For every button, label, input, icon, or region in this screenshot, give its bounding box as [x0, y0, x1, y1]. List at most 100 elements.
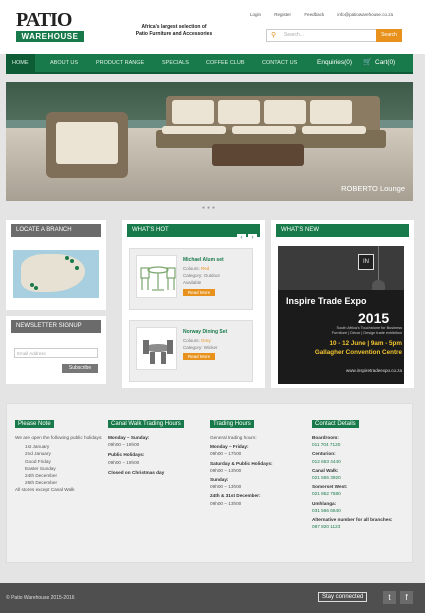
phone-link[interactable]: 011 704 7120	[312, 441, 408, 448]
expo-badge: IN	[358, 254, 374, 270]
branch-map[interactable]	[13, 250, 99, 298]
please-note-intro: We are open the following public holiday…	[15, 435, 103, 440]
hero-slider[interactable]: ROBERTO Lounge	[6, 82, 413, 201]
map-pin[interactable]	[65, 256, 69, 260]
phone-link[interactable]: 087 820 1123	[312, 523, 408, 530]
hours-label: Sunday:	[210, 477, 229, 483]
product-extra: Available	[183, 280, 202, 285]
hero-coffee-table	[212, 144, 304, 166]
whats-new-title: WHAT'S NEW	[276, 224, 409, 237]
facebook-icon[interactable]: f	[400, 591, 413, 604]
product-name[interactable]: Michael Alum set	[183, 257, 224, 263]
expo-banner[interactable]: IN Inspire Trade Expo 2015 South Africa'…	[278, 246, 404, 384]
please-note-column: Please Note We are open the following pu…	[15, 412, 105, 494]
product-image[interactable]	[136, 255, 177, 298]
product-category: Category: Outdoor	[183, 273, 220, 278]
nav-contact[interactable]: CONTACT US	[262, 54, 297, 72]
contact-title: Contact Details	[312, 420, 359, 428]
stay-connected-label: Stay connected	[318, 592, 368, 602]
newsletter-email-input[interactable]: Email Address	[14, 348, 98, 358]
trading-hours: General trading hours: Monday – Friday: …	[210, 434, 306, 507]
canal-walk-hours: Monday – Sunday: 09h00 – 19h00 Public Ho…	[108, 434, 204, 476]
category-label: Category:	[183, 345, 203, 350]
colours-value: Grey	[201, 338, 211, 343]
hero-cushion	[264, 100, 306, 124]
search-icon: ⚲	[271, 32, 277, 39]
trading-intro: General trading hours:	[210, 435, 257, 440]
category-value: Wicker	[203, 345, 218, 350]
map-pin[interactable]	[75, 266, 79, 270]
newsletter-box: NEWSLETTER SIGNUP Email Address Subscrib…	[6, 316, 106, 384]
phone-link[interactable]: 021 852 7580	[312, 490, 408, 497]
email-link[interactable]: info@patiowarehouse.co.za	[337, 12, 393, 17]
product-image[interactable]	[136, 327, 177, 370]
nav-enquiries[interactable]: Enquiries(0)	[317, 54, 352, 72]
hot-arrows: ‹ ›	[235, 226, 257, 244]
nav-home[interactable]: HOME	[6, 54, 35, 72]
hours-label: Monday – Sunday:	[108, 435, 150, 440]
slider-dots[interactable]: ●●●	[202, 205, 217, 211]
next-arrow-icon[interactable]: ›	[248, 234, 257, 243]
twitter-icon[interactable]: t	[383, 591, 396, 604]
product-colours: Colours: Grey	[183, 338, 211, 343]
logo[interactable]: PATIO WAREHOUSE	[16, 10, 84, 43]
map-pin[interactable]	[34, 286, 38, 290]
hero-cushion	[218, 100, 260, 124]
subscribe-button[interactable]: Subscribe	[62, 364, 98, 373]
product-category: Category: Wicker	[183, 345, 218, 350]
colours-value: Red	[201, 266, 210, 271]
contact-label: Centurion:	[312, 451, 336, 457]
product-card[interactable]: Norway Dining Set Colours: Grey Category…	[129, 320, 253, 382]
phone-link[interactable]: 031 566 6640	[312, 507, 408, 514]
holiday-item: 1st January	[25, 444, 50, 450]
prev-arrow-icon[interactable]: ‹	[237, 234, 246, 243]
hours-label: 24th & 31st December:	[210, 493, 261, 499]
nav-about[interactable]: ABOUT US	[50, 54, 78, 72]
product-colours: Colours: Red	[183, 266, 209, 271]
hours-value: 09h00 – 17h00	[210, 451, 242, 457]
dining-set-icon	[143, 340, 173, 364]
contact-label: Somerset West:	[312, 484, 348, 490]
expo-url: www.inspiretradeexpo.co.za	[345, 368, 402, 373]
map-pin[interactable]	[70, 259, 74, 263]
search-button[interactable]: Search	[376, 29, 402, 42]
login-link[interactable]: Login	[250, 12, 261, 17]
newsletter-title: NEWSLETTER SIGNUP	[11, 320, 101, 333]
header: PATIO WAREHOUSE Africa's largest selecti…	[0, 0, 425, 54]
hero-seat-cushion	[302, 126, 366, 134]
hero-seat-cushion	[162, 126, 226, 134]
hero-caption: ROBERTO Lounge	[341, 184, 405, 193]
read-more-button[interactable]: Read More	[183, 289, 215, 296]
cart-icon: 🛒	[363, 59, 372, 66]
hours-value: 09h00 – 19h00	[108, 442, 140, 448]
hours-value: 09h00 – 13h00	[210, 500, 242, 506]
expo-title: Inspire Trade Expo	[286, 296, 367, 306]
hero-cushion	[172, 100, 214, 124]
search-input[interactable]: Search...	[284, 32, 304, 38]
main-nav: HOME ABOUT US PRODUCT RANGE SPECIALS COF…	[6, 54, 413, 74]
hours-value: 09h00 – 19h00	[108, 459, 140, 465]
hours-label: Monday – Friday:	[210, 444, 249, 450]
holiday-item: 2nd January	[25, 451, 51, 457]
nav-cart[interactable]: Cart(0)	[375, 54, 395, 72]
bottom-bar: © Patio Warehouse 2015-2016 Stay connect…	[0, 583, 425, 613]
nav-products[interactable]: PRODUCT RANGE	[96, 54, 144, 72]
expo-wall	[278, 246, 404, 290]
read-more-button[interactable]: Read More	[183, 353, 215, 360]
hours-note: Closed on Christmas day	[108, 469, 165, 475]
product-card[interactable]: Michael Alum set Colours: Red Category: …	[129, 248, 253, 310]
whats-new-box: WHAT'S NEW IN Inspire Trade Expo 2015 So…	[271, 220, 414, 388]
phone-link[interactable]: 012 653 4440	[312, 458, 408, 465]
colours-label: Colours:	[183, 266, 200, 271]
feedback-link[interactable]: Feedback	[304, 12, 324, 17]
footer-info: Please Note We are open the following pu…	[6, 403, 413, 563]
nav-specials[interactable]: SPECIALS	[162, 54, 189, 72]
contact-details: Boardroom: 011 704 7120 Centurion: 012 6…	[312, 434, 408, 530]
holiday-item: Easter Sunday	[25, 465, 56, 471]
product-name[interactable]: Norway Dining Set	[183, 329, 227, 335]
tagline: Africa's largest selection of Patio Furn…	[118, 24, 230, 38]
nav-coffee-club[interactable]: COFFEE CLUB	[206, 54, 245, 72]
expo-venue: Gallagher Convention Centre	[314, 349, 402, 356]
register-link[interactable]: Register	[274, 12, 291, 17]
phone-link[interactable]: 021 555 3920	[312, 474, 408, 481]
